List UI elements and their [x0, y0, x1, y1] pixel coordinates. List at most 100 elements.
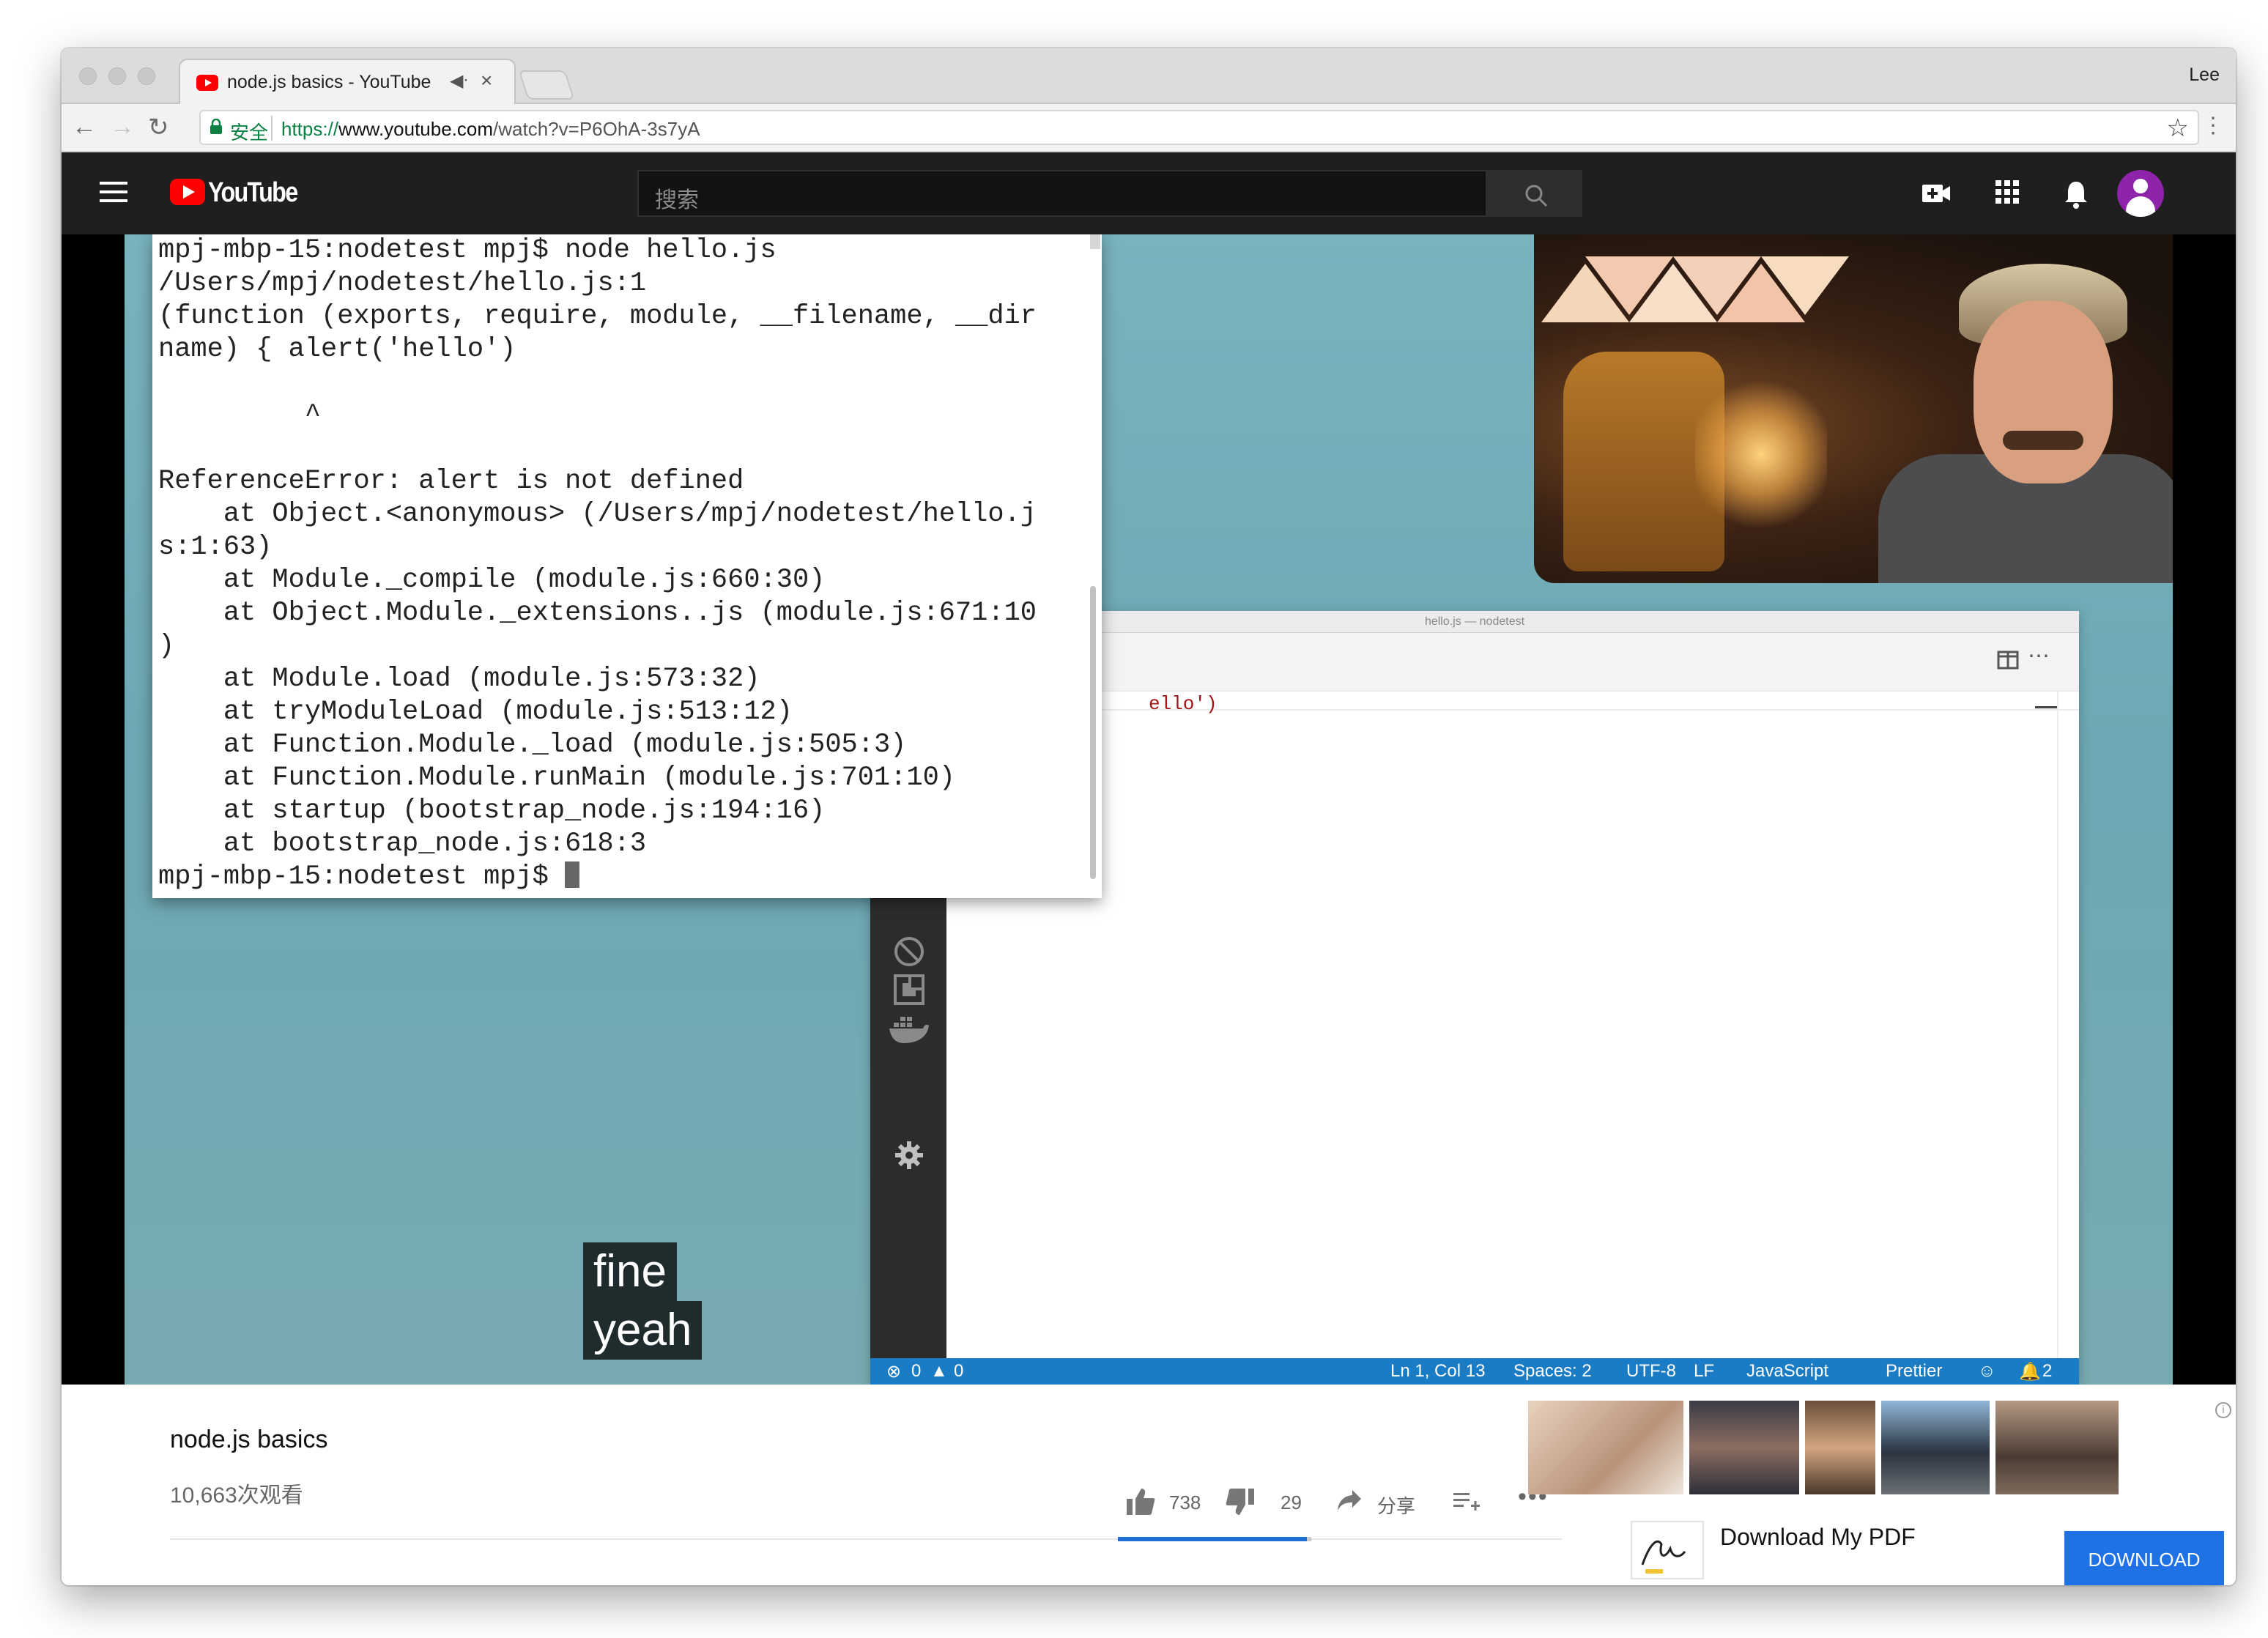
close-window-button[interactable]	[79, 67, 97, 85]
warning-count[interactable]: 0	[954, 1361, 963, 1382]
webcam-overlay-image	[1534, 234, 2173, 583]
caption-line-1: fine	[583, 1242, 677, 1301]
indentation[interactable]: Spaces: 2	[1513, 1361, 1592, 1382]
current-line-highlight	[946, 692, 2079, 711]
end-of-line[interactable]: LF	[1694, 1361, 1714, 1382]
cursor-position[interactable]: Ln 1, Col 13	[1390, 1361, 1485, 1382]
reload-icon[interactable]: ↻	[148, 113, 169, 142]
browser-menu-icon[interactable]: ⋮	[2202, 113, 2224, 138]
dislike-thumb-icon[interactable]	[1225, 1487, 1256, 1516]
search-placeholder: 搜索	[655, 188, 699, 212]
share-icon[interactable]	[1336, 1489, 1363, 1512]
vscode-scrollbar-track[interactable]	[2057, 692, 2058, 1358]
terminal-line: )	[158, 631, 175, 662]
more-actions-icon[interactable]: ⋯	[2028, 643, 2050, 669]
notification-count[interactable]: 2	[2042, 1361, 2052, 1382]
overview-ruler-marker	[2035, 706, 2057, 708]
youtube-favicon-icon	[196, 75, 218, 91]
code-fragment: ello')	[1149, 693, 1218, 715]
video-frame[interactable]: hello.js — nodetest ⋯ ⊗ 0 ▲ 0 Ln 1, Col …	[125, 234, 2173, 1385]
forward-arrow-icon[interactable]: →	[110, 113, 135, 141]
language-mode[interactable]: JavaScript	[1746, 1361, 1828, 1382]
browser-toolbar: ← → ↻ 安全 https://www.youtube.com/watch?v…	[62, 104, 2236, 152]
notifications-bell-icon[interactable]	[2063, 179, 2089, 210]
terminal-output: mpj-mbp-15:nodetest mpj$ node hello.js/U…	[158, 234, 1037, 894]
terminal-line: name) { alert('hello')	[158, 334, 516, 365]
lock-icon	[210, 119, 222, 134]
terminal-cursor	[565, 861, 580, 888]
terminal-window: mpj-mbp-15:nodetest mpj$ node hello.js/U…	[152, 234, 1102, 898]
share-label[interactable]: 分享	[1377, 1491, 1415, 1519]
hamburger-menu-icon[interactable]	[100, 182, 127, 204]
video-title: node.js basics	[170, 1426, 328, 1453]
back-arrow-icon[interactable]: ←	[72, 113, 97, 141]
account-avatar-icon[interactable]	[2117, 170, 2164, 217]
ad-thumbnail-2[interactable]	[1689, 1401, 1799, 1494]
terminal-line: at bootstrap_node.js:618:3	[158, 829, 647, 859]
youtube-logo-icon[interactable]	[170, 179, 205, 205]
address-bar[interactable]: 安全 https://www.youtube.com/watch?v=P6OhA…	[199, 110, 2199, 145]
feedback-smiley-icon[interactable]: ☺	[1978, 1361, 1996, 1382]
add-to-playlist-icon[interactable]	[1452, 1491, 1481, 1513]
errors-icon[interactable]: ⊗	[886, 1361, 901, 1382]
terminal-line: at tryModuleLoad (module.js:513:12)	[158, 697, 793, 727]
secure-label: 安全	[230, 122, 269, 144]
tab-close-icon[interactable]: ×	[481, 69, 492, 92]
search-icon	[1525, 185, 1548, 207]
vscode-status-bar: ⊗ 0 ▲ 0 Ln 1, Col 13 Spaces: 2 UTF-8 LF …	[870, 1358, 2079, 1385]
terminal-line: at Object.Module._extensions..js (module…	[158, 598, 1037, 629]
url-text[interactable]: https://www.youtube.com/watch?v=P6OhA-3s…	[281, 118, 700, 141]
upload-video-icon[interactable]	[1921, 179, 1952, 208]
view-count: 10,663次观看	[170, 1483, 303, 1508]
terminal-line: at Object.<anonymous> (/Users/mpj/nodete…	[158, 499, 1037, 530]
ad-download-button[interactable]: DOWNLOAD	[2064, 1531, 2224, 1585]
ad-headline[interactable]: Download My PDF	[1720, 1524, 1916, 1551]
ad-thumbnail-3[interactable]	[1805, 1401, 1875, 1494]
settings-gear-icon[interactable]	[894, 1140, 924, 1171]
terminal-scrollbar[interactable]	[1090, 586, 1096, 879]
tab-strip: node.js basics - YouTube ◀ᐧ × Lee	[62, 48, 2236, 104]
notification-bell-icon[interactable]: 🔔	[2019, 1361, 2041, 1382]
ad-thumbnail-4[interactable]	[1881, 1401, 1990, 1494]
like-count[interactable]: 738	[1169, 1491, 1201, 1514]
profile-name[interactable]: Lee	[2189, 64, 2220, 86]
zoom-window-button[interactable]	[138, 67, 155, 85]
search-input[interactable]: 搜索	[637, 170, 1487, 217]
ad-info-icon[interactable]: i	[2215, 1402, 2231, 1418]
tab-youtube[interactable]: node.js basics - YouTube ◀ᐧ ×	[179, 59, 516, 104]
terminal-line: (function (exports, require, module, __f…	[158, 301, 1037, 332]
minimize-window-button[interactable]	[108, 67, 126, 85]
divider	[170, 1538, 1562, 1540]
file-encoding[interactable]: UTF-8	[1626, 1361, 1676, 1382]
terminal-line: at Function.Module.runMain (module.js:70…	[158, 763, 955, 793]
youtube-logo-text[interactable]: YouTube	[208, 177, 298, 209]
error-count[interactable]: 0	[911, 1361, 921, 1382]
ad-thumbnail-1[interactable]	[1528, 1401, 1683, 1494]
ad-logo[interactable]	[1631, 1521, 1704, 1579]
docker-icon	[889, 1017, 929, 1043]
bookmark-star-icon[interactable]: ☆	[2167, 114, 2189, 143]
terminal-line: /Users/mpj/nodetest/hello.js:1	[158, 268, 647, 299]
like-thumb-icon[interactable]	[1125, 1487, 1156, 1516]
speaker-muted-icon[interactable]: ◀ᐧ	[450, 70, 468, 92]
search-button[interactable]	[1487, 170, 1582, 217]
vscode-tab-bar: ⋯	[946, 633, 2079, 692]
warning-icon[interactable]: ▲	[930, 1361, 948, 1382]
terminal-line: ReferenceError: alert is not defined	[158, 466, 744, 497]
new-tab-button[interactable]	[518, 70, 575, 100]
vscode-editor[interactable]: ⋯	[946, 633, 2079, 1358]
terminal-line: mpj-mbp-15:nodetest mpj$	[158, 861, 1037, 894]
tab-title: node.js basics - YouTube	[227, 72, 431, 92]
apps-grid-icon[interactable]	[1994, 179, 2020, 205]
terminal-line: ^	[158, 400, 322, 431]
like-ratio-bar	[1118, 1537, 1311, 1541]
terminal-line: at Function.Module._load (module.js:505:…	[158, 730, 907, 760]
prettier-status[interactable]: Prettier	[1886, 1361, 1942, 1382]
ad-thumbnail-5[interactable]	[1995, 1401, 2119, 1494]
video-player[interactable]: hello.js — nodetest ⋯ ⊗ 0 ▲ 0 Ln 1, Col …	[62, 234, 2236, 1385]
split-editor-icon[interactable]	[1997, 651, 2019, 670]
terminal-line: s:1:63)	[158, 532, 273, 563]
dislike-count[interactable]: 29	[1281, 1491, 1302, 1514]
